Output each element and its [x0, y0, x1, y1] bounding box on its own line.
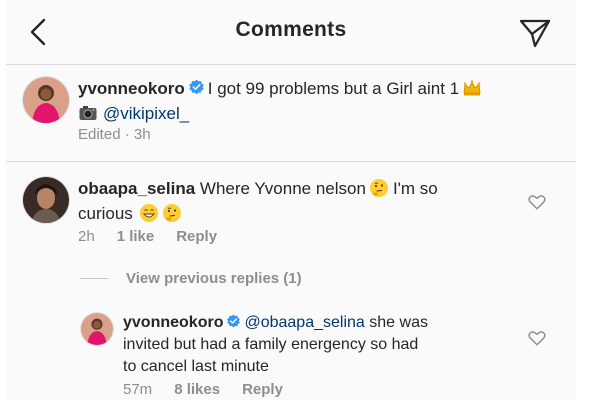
send-icon[interactable]	[518, 17, 552, 49]
comment-text: obaapa_selina Where Yvonne nelson I'm so…	[78, 176, 518, 226]
verified-icon	[189, 79, 204, 95]
thinking-face-icon	[369, 179, 388, 197]
divider	[80, 278, 108, 279]
grinning-face-icon	[139, 204, 158, 222]
reply-body: she was	[369, 314, 428, 331]
caption-username[interactable]: yvonneokoro	[78, 79, 185, 98]
post-caption: yvonneokoro I got 99 problems but a Girl…	[6, 65, 576, 162]
reply-username[interactable]: yvonneokoro	[123, 314, 223, 331]
likes-count[interactable]: 1 like	[117, 228, 155, 245]
avatar[interactable]	[22, 176, 70, 224]
crown-icon	[463, 80, 481, 96]
thinking-face-icon	[162, 204, 181, 222]
comment-body-line2: curious	[78, 204, 133, 223]
heart-icon[interactable]	[528, 193, 546, 211]
camera-icon	[79, 106, 97, 120]
heart-icon[interactable]	[528, 329, 546, 347]
page-title: Comments	[235, 18, 347, 41]
comment-time: 2h	[78, 228, 95, 245]
caption-body: I got 99 problems but a Girl aint 1	[207, 79, 460, 98]
caption-mention[interactable]: @vikipixel_	[103, 104, 189, 123]
comment-body: Where Yvonne nelson	[199, 179, 366, 198]
reply-meta: 57m 8 likes Reply	[123, 381, 305, 399]
view-previous-replies-label: View previous replies (1)	[126, 270, 302, 287]
view-previous-replies-button[interactable]: View previous replies (1)	[80, 270, 302, 287]
reply-time: 57m	[123, 381, 153, 398]
avatar[interactable]	[80, 312, 114, 346]
reply-body-line2: invited but had a family energency so ha…	[123, 336, 419, 353]
comments-screen: Comments yvonneokoro I got 99 problems b…	[6, 0, 576, 400]
reply-mention[interactable]: @obaapa_selina	[244, 314, 364, 331]
caption-meta: Edited · 3h	[78, 126, 151, 143]
reply-text: yvonneokoro @obaapa_selina she was invit…	[123, 312, 523, 378]
reply-button[interactable]: Reply	[176, 228, 217, 245]
reply-button[interactable]: Reply	[242, 381, 283, 398]
comment-username[interactable]: obaapa_selina	[78, 179, 195, 198]
verified-icon	[227, 314, 241, 328]
comment-body-cont: I'm so	[392, 179, 438, 198]
caption-text: yvonneokoro I got 99 problems but a Girl…	[78, 76, 568, 126]
header-bar: Comments	[6, 0, 576, 65]
comment-meta: 2h 1 like Reply	[78, 228, 239, 246]
likes-count[interactable]: 8 likes	[174, 381, 220, 398]
reply-body-line3: to cancel last minute	[123, 358, 269, 375]
avatar[interactable]	[22, 76, 70, 124]
